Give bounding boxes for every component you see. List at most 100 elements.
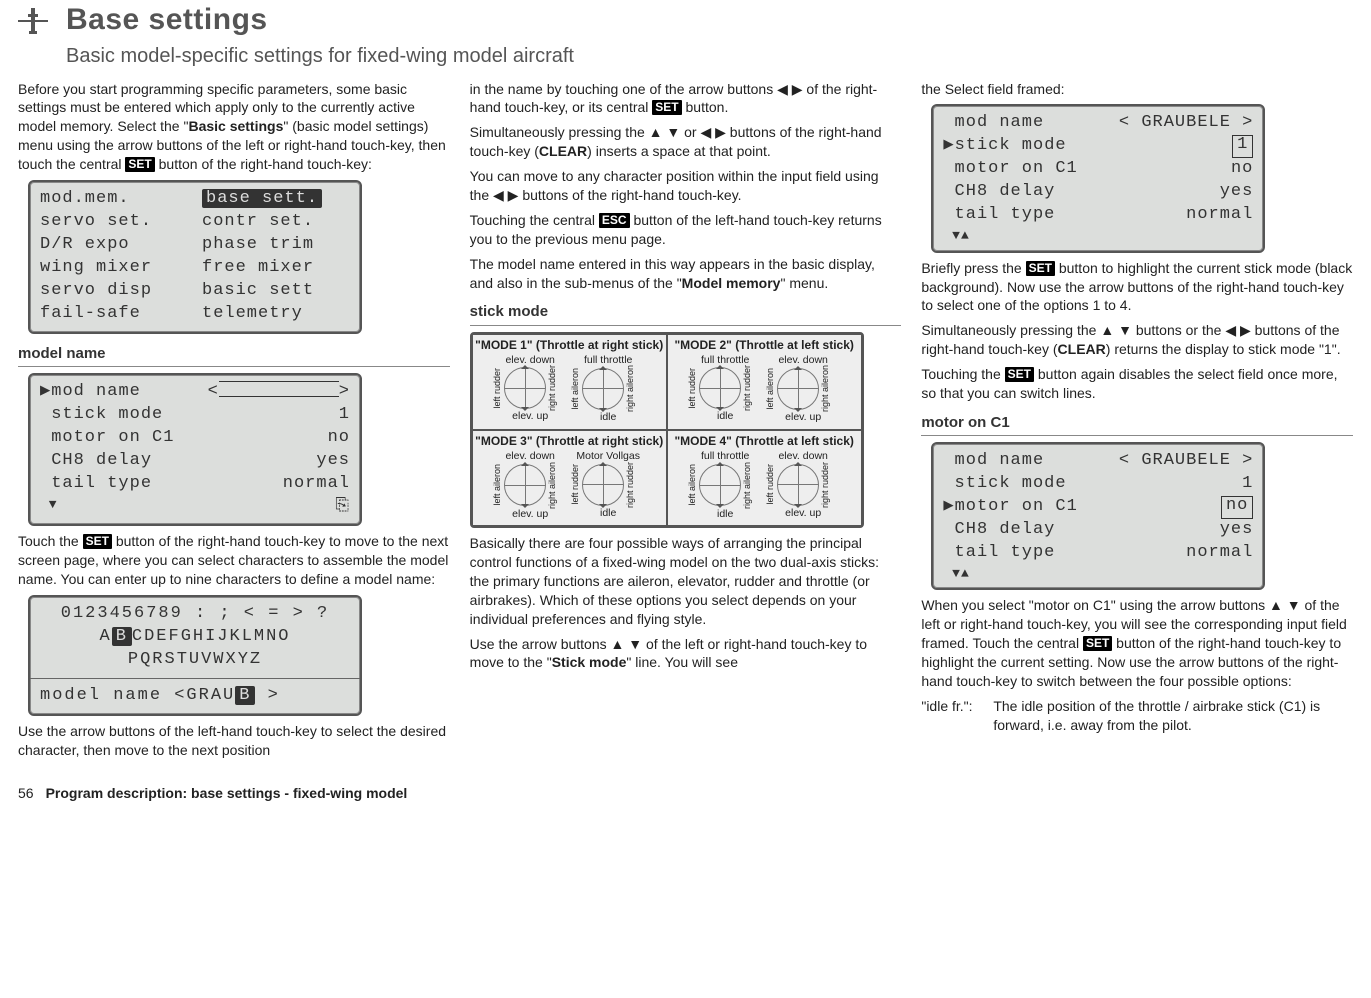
value: < GRAUBELE >	[1119, 450, 1253, 473]
set-key: SET	[83, 534, 112, 549]
entered: GRAU	[186, 686, 235, 705]
para: Basically there are four possible ways o…	[470, 534, 902, 628]
bracket: >	[255, 686, 279, 705]
lcd-main-menu: mod.mem. servo set. D/R expo wing mixer …	[28, 180, 362, 334]
label: CH8 delay	[51, 451, 152, 470]
para: When you select "motor on C1" using the …	[921, 596, 1353, 690]
menu-item: free mixer	[202, 257, 350, 280]
stick-label: right aileron	[821, 365, 830, 412]
stick-label: elev. down	[493, 451, 567, 462]
stick-label: elev. up	[493, 509, 567, 520]
bold: CLEAR	[539, 143, 587, 159]
updown-arrow-icon: ▼▲	[943, 227, 969, 245]
label: tail type	[51, 474, 152, 493]
stick-label: right aileron	[626, 365, 635, 412]
text: button.	[682, 99, 729, 115]
name-field	[219, 381, 339, 397]
stick-icon	[777, 464, 819, 506]
menu-item: phase trim	[202, 234, 350, 257]
mode-title: "MODE 4" (Throttle at left stick)	[674, 434, 853, 448]
value: yes	[1220, 519, 1254, 542]
lcd-stick-mode: mod name< GRAUBELE > ▶stick mode1 motor …	[931, 104, 1265, 252]
para: Use the arrow buttons ▲ ▼ of the left or…	[470, 635, 902, 673]
mode-2-cell: "MODE 2" (Throttle at left stick) full t…	[667, 334, 862, 430]
text: ) returns the display to stick mode "1".	[1106, 341, 1341, 357]
page-header: Base settings Basic model-specific setti…	[18, 0, 1353, 70]
text: ) inserts a space at that point.	[587, 143, 771, 159]
stick-icon	[777, 368, 819, 410]
set-key: SET	[125, 157, 154, 172]
esc-key: ESC	[599, 213, 630, 228]
stick-label: left aileron	[571, 368, 580, 410]
label: ▶stick mode	[943, 135, 1066, 158]
char-row: 0123456789 : ; < = > ?	[40, 603, 350, 626]
stick-label: right rudder	[821, 462, 830, 508]
stick-icon	[582, 368, 624, 410]
stick-label: elev. down	[493, 355, 567, 366]
tool-icon	[18, 6, 48, 36]
page-subtitle: Basic model-specific settings for fixed-…	[66, 43, 574, 70]
set-key: SET	[1083, 636, 1112, 651]
def-term: "idle fr.":	[921, 697, 985, 735]
page-footer: 56 Program description: base settings - …	[18, 784, 1353, 803]
stick-label: Motor Vollgas	[571, 451, 645, 462]
page-number: 56	[18, 784, 34, 803]
char-row: PQRSTUVWXYZ	[40, 649, 350, 672]
set-key: SET	[1026, 261, 1055, 276]
stick-label: right rudder	[626, 462, 635, 508]
down-arrow-icon: ▼	[40, 496, 58, 519]
para: The model name entered in this way appea…	[470, 255, 902, 293]
stick-label: elev. down	[766, 451, 840, 462]
para: Use the arrow buttons of the left-hand t…	[18, 722, 450, 760]
menu-item-selected: base sett.	[202, 189, 322, 208]
stick-label: left rudder	[766, 464, 775, 505]
menu-item: telemetry	[202, 303, 350, 326]
text: " line. You will see	[626, 654, 738, 670]
value: yes	[316, 450, 350, 473]
menu-item: basic sett	[202, 280, 350, 303]
stick-label: left rudder	[493, 368, 502, 409]
stick-mode-diagram: "MODE 1" (Throttle at right stick) elev.…	[470, 332, 864, 528]
bold: Basic settings	[188, 118, 283, 134]
label: CH8 delay	[943, 519, 1055, 542]
stick-label: full throttle	[688, 355, 762, 366]
entry-cursor: B	[235, 686, 255, 705]
mode-3-cell: "MODE 3" (Throttle at right stick) elev.…	[472, 430, 667, 526]
stick-label: idle	[688, 509, 762, 520]
section-motor-c1: motor on C1	[921, 413, 1353, 436]
label: stick mode	[943, 473, 1066, 496]
para: Touch the SET button of the right-hand t…	[18, 532, 450, 589]
bracket: <	[174, 686, 186, 705]
mode-title: "MODE 3" (Throttle at right stick)	[475, 434, 663, 448]
value: normal	[1186, 204, 1253, 227]
value: 1	[339, 404, 350, 427]
stick-label: full throttle	[688, 451, 762, 462]
stick-label: left rudder	[571, 464, 580, 505]
label: mod name	[955, 113, 1045, 132]
mode-title: "MODE 1" (Throttle at right stick)	[475, 338, 663, 352]
stick-icon	[699, 464, 741, 506]
label: motor on C1	[943, 158, 1077, 181]
value: yes	[1220, 181, 1254, 204]
menu-item: wing mixer	[40, 257, 188, 280]
stick-label: right rudder	[548, 365, 557, 411]
column-2: in the name by touching one of the arrow…	[470, 80, 902, 766]
label: CH8 delay	[943, 181, 1055, 204]
text: CDEFGHIJKLMNO	[132, 627, 291, 646]
para: in the name by touching one of the arrow…	[470, 80, 902, 118]
label: ▶motor on C1	[943, 496, 1077, 519]
value: normal	[1186, 542, 1253, 565]
stick-label: right aileron	[548, 462, 557, 509]
value: < GRAUBELE >	[1119, 112, 1253, 135]
text: " menu.	[780, 275, 828, 291]
def-desc: The idle position of the throttle / airb…	[993, 697, 1353, 735]
value: 1	[1242, 473, 1253, 496]
stick-label: right aileron	[743, 462, 752, 509]
label: mod name	[51, 382, 141, 401]
stick-label: left aileron	[766, 368, 775, 410]
stick-icon	[582, 464, 624, 506]
lcd-char-entry: 0123456789 : ; < = > ? ABCDEFGHIJKLMNO P…	[28, 595, 362, 716]
intro-para: Before you start programming specific pa…	[18, 80, 450, 174]
stick-label: right rudder	[743, 365, 752, 411]
menu-item: fail-safe	[40, 303, 188, 326]
